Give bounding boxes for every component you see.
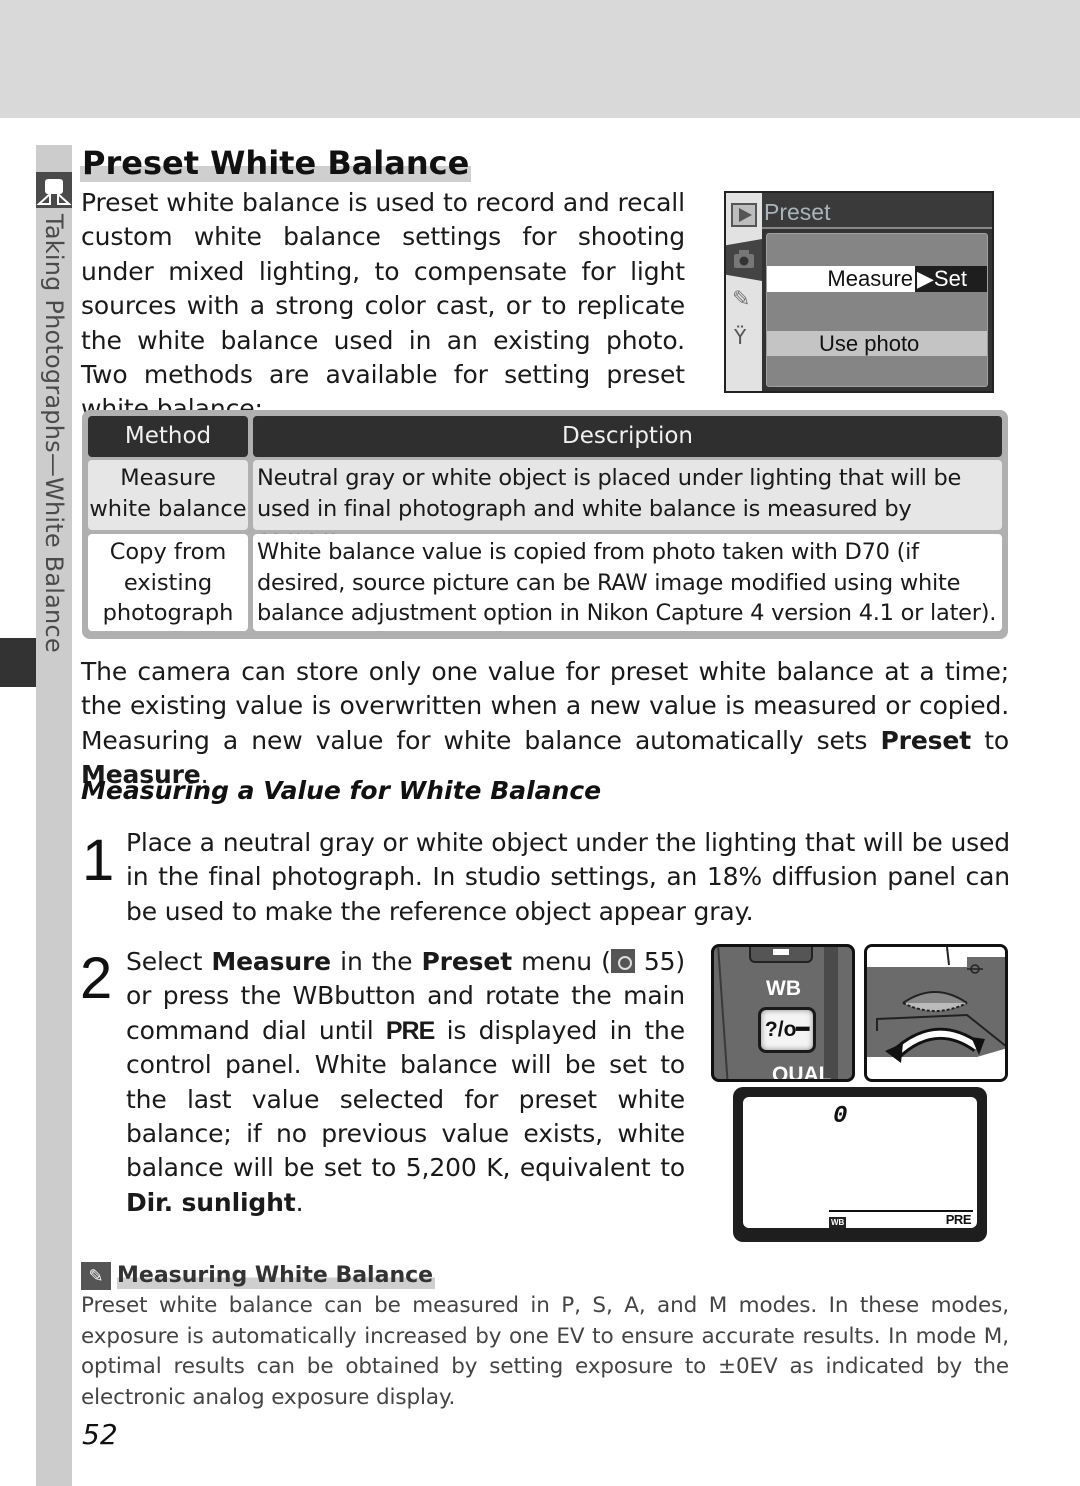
help-protect-key-icon: ?/o━ xyxy=(758,1007,816,1053)
command-dial-illustration xyxy=(864,944,1008,1082)
camera-menu-title: Preset xyxy=(764,199,831,225)
table-row: Copy from existing photograph White bala… xyxy=(88,534,1002,631)
note-body: Preset white balance can be measured in … xyxy=(81,1293,1009,1410)
step-bold-dir-sunlight: Dir. sunlight xyxy=(126,1187,296,1217)
lcd-wb-indicator: WB xyxy=(829,1217,847,1228)
table-header: Method Description xyxy=(88,416,1002,457)
step-text-part: Select xyxy=(126,947,212,976)
para-text: to xyxy=(971,725,1009,755)
step-text: Select Measure in the Preset menu ( 55) … xyxy=(126,945,685,1220)
intro-paragraph: Preset white balance is used to record a… xyxy=(81,188,685,424)
page-number: 52 xyxy=(82,1418,118,1451)
camera-shooting-icon xyxy=(36,172,72,208)
page-top-band xyxy=(0,0,1080,118)
playback-icon xyxy=(731,203,757,227)
step-number: 1 xyxy=(82,828,115,893)
camera-menu-tabs: ✎ Ÿ xyxy=(726,193,762,391)
camera-menu-body: Measure ▶Set Use photo xyxy=(766,233,988,387)
cell-method: Measure white balance xyxy=(88,460,248,530)
pre-glyph: PRE xyxy=(385,1016,435,1045)
para-text: The camera can store only one value for … xyxy=(81,657,1009,755)
qual-label: QUAL xyxy=(772,1063,832,1082)
wb-label: WB xyxy=(766,977,801,1000)
control-panel-lcd: 0 WB PRE xyxy=(733,1087,987,1242)
page-reference-icon xyxy=(610,949,635,973)
wb-button-illustration: WB ?/o━ QUAL xyxy=(711,944,855,1082)
menu-item-measure[interactable]: Measure ▶Set xyxy=(767,266,987,292)
command-dial-icon xyxy=(867,947,1005,1079)
step-text-part: . xyxy=(295,1187,304,1217)
section-subheading: Measuring a Value for White Balance xyxy=(81,776,602,805)
method-table: Method Description Measure white balance… xyxy=(82,410,1008,639)
step-text-part: in the xyxy=(331,947,422,976)
step-number: 2 xyxy=(80,946,113,1011)
note-title: Measuring White Balance xyxy=(117,1263,436,1289)
lcd-digit: 0 xyxy=(833,1103,848,1130)
step-bold-measure: Measure xyxy=(211,947,331,976)
para-bold-preset: Preset xyxy=(880,725,972,755)
pencil-note-icon: ✎ xyxy=(81,1262,111,1290)
top-button-shape xyxy=(749,947,813,963)
header-method: Method xyxy=(88,416,248,457)
table-row: Measure white balance Neutral gray or wh… xyxy=(88,460,1002,552)
camera-menu-header: Preset xyxy=(762,193,992,229)
step-text-part: menu ( xyxy=(512,947,611,976)
lcd-pre-indicator: PRE xyxy=(945,1212,972,1227)
custom-settings-pencil-icon: ✎ xyxy=(732,287,751,312)
menu-item-measure-label: Measure xyxy=(767,266,915,292)
page-title: Preset White Balance xyxy=(80,144,472,182)
camera-menu-screen: ✎ Ÿ Preset Measure ▶Set Use photo xyxy=(724,191,994,393)
step-text: Place a neutral gray or white object und… xyxy=(126,828,1010,926)
step-bold-preset: Preset xyxy=(421,947,513,976)
thumb-index-tab xyxy=(0,638,36,687)
menu-item-use-photo[interactable]: Use photo xyxy=(767,331,987,356)
menu-item-measure-set: ▶Set xyxy=(915,266,987,292)
cell-description: White balance value is copied from photo… xyxy=(253,534,1002,631)
header-description: Description xyxy=(253,416,1002,457)
setup-wrench-icon: Ÿ xyxy=(734,325,747,349)
shooting-camera-icon xyxy=(726,239,762,281)
note-heading: ✎ Measuring White Balance xyxy=(81,1261,436,1291)
body-paragraph: The camera can store only one value for … xyxy=(81,655,1009,793)
cell-method: Copy from existing photograph xyxy=(88,534,248,631)
section-label: Taking Photographs—White Balance xyxy=(40,214,68,653)
cell-description: Neutral gray or white object is placed u… xyxy=(253,460,1002,552)
wb-button-glyph: WB xyxy=(292,981,335,1011)
